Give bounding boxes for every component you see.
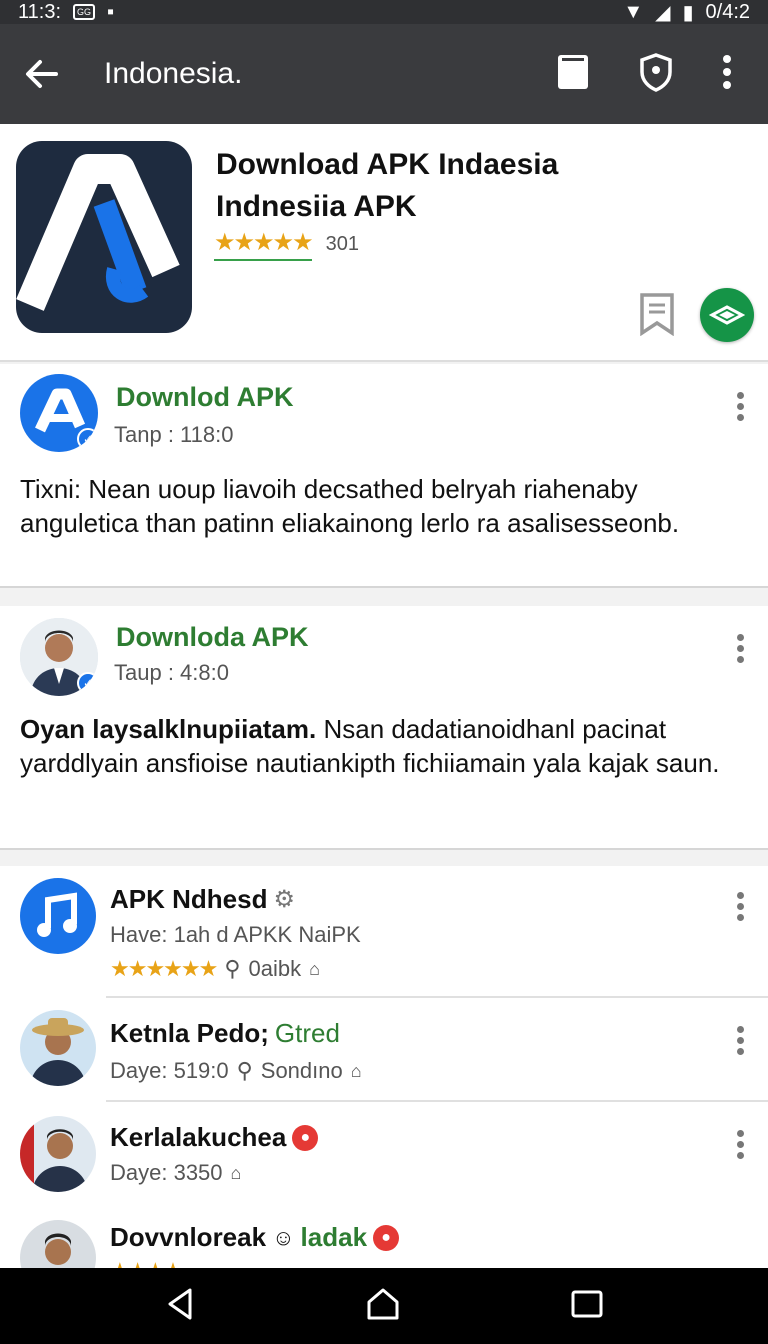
post-body: Oyan laysalklnupiiatam. Nsan dadatianoid… [20,712,740,780]
shield-button[interactable] [638,52,674,97]
post-meta: Tanp : 118:0 [114,422,234,447]
alert-badge-icon: ● [292,1124,319,1151]
triangle-back-icon [168,1288,192,1319]
bookmark-icon [640,293,674,337]
avatar[interactable]: ✓ [20,374,98,452]
post-meta: Taup : 4:8:0 [114,660,229,685]
home-icon: ⌂ [350,1060,362,1081]
home-icon [367,1288,399,1319]
layers-icon [709,305,745,325]
list-item-menu-button[interactable] [728,892,752,922]
avatar [20,1010,96,1086]
music-note-icon [37,892,77,937]
system-nav-bar [0,1268,768,1344]
status-time: 11:3: [18,0,61,23]
document-icon [558,54,588,89]
home-icon: ⌂ [309,958,320,979]
verified-badge-button[interactable] [700,288,754,342]
nav-back-button[interactable] [164,1286,196,1327]
list-item-date: Daye: 519:0 [110,1058,229,1083]
nav-home-button[interactable] [365,1286,401,1327]
list-item-menu-button[interactable] [728,1130,752,1160]
post-author[interactable]: Downlod APK [116,382,293,413]
list-item-title-green: Gtred [274,1018,340,1048]
person-photo-icon [30,1018,86,1086]
signal-icon: ◢ [655,1,671,24]
overflow-menu-button[interactable] [722,54,732,95]
wifi-icon: ▼ [623,0,644,23]
list-item-title: APK Ndhesd ⚙ [110,884,295,915]
square-recents-icon [571,1290,603,1317]
post-body: Tixni: Nean uoup liavoih decsathed belry… [20,474,680,538]
app-title-line2: Indnesiia APK [216,190,417,223]
status-bar: 11:3: GG ▪ ▼ ◢ ▮ 0/4:2 [0,0,768,24]
post-body-bold: Oyan laysalklnupiiatam. [20,714,317,744]
list-item[interactable]: Ketnla Pedo; Gtred Daye: 519:0 ⚲ Sondıno… [0,998,768,1102]
app-title: Download APK Indaesia Indnesiia APK [216,144,558,228]
clipboard-icon: ▪ [107,0,115,23]
rating-stars: ★★★★★★ [110,956,218,981]
rating-text: 0aibk [248,956,302,981]
list-item-title: Kerlalakuchea ● [110,1122,319,1153]
list-item[interactable]: APK Ndhesd ⚙ Have: 1ah d APKK NaiPK ★★★★… [0,866,768,998]
list-item-date: Daye: 3350 [110,1160,223,1185]
apk-logo-icon [16,154,180,311]
person-photo-icon [45,1233,71,1265]
alert-badge-icon: ● [373,1224,400,1251]
verified-check-icon: ✓ [77,672,98,694]
list-item-meta: Daye: 3350 ⌂ [110,1160,241,1186]
battery-icon: ▮ [682,1,694,24]
post-card: ✓ Downloda APK Taup : 4:8:0 Oyan laysalk… [0,606,768,850]
avatar [20,878,96,954]
arrow-left-icon [26,60,58,88]
list-item-rating: ★★★★ [110,1258,183,1268]
home-icon: ⌂ [230,1162,242,1183]
list-item-meta: Have: 1ah d APKK NaiPK [110,922,361,947]
person-photo-icon [20,1116,88,1192]
emoji-icon: ☺ [272,1224,295,1250]
link-icon: ⚲ [236,1058,253,1083]
list-item-title-text: APK Ndhesd [110,884,268,914]
nav-recents-button[interactable] [570,1289,604,1324]
avatar [20,1116,96,1192]
avatar [20,1220,96,1268]
post-menu-button[interactable] [728,392,752,422]
rating-count: 301 [325,233,359,255]
post-card: ✓ Downlod APK Tanp : 118:0 Tixni: Nean u… [0,364,768,588]
app-logo [16,141,192,333]
list-item-title-black: Ketnla Pedo; [110,1018,269,1048]
verified-check-icon: ✓ [77,428,98,450]
avatar[interactable]: ✓ [20,618,98,696]
list-item-title-text: Kerlalakuchea [110,1122,287,1152]
list-item-menu-button[interactable] [728,1026,752,1056]
list-item-title: Ketnla Pedo; Gtred [110,1018,340,1049]
list-item-title: Dovvnloreak ☺ ladak ● [110,1222,400,1253]
list-item-extra: Sondıno [260,1058,343,1083]
post-author[interactable]: Downloda APK [116,622,309,653]
app-header-card: Download APK Indaesia Indnesiia APK ★★★★… [0,124,768,362]
app-rating[interactable]: ★★★★★ 301 [214,228,359,261]
app-list: APK Ndhesd ⚙ Have: 1ah d APKK NaiPK ★★★★… [0,866,768,1268]
gear-icon: ⚙ [273,886,295,913]
app-bar: Indonesia. [0,24,768,124]
page-title: Indonesia. [104,57,243,90]
back-button[interactable] [0,56,84,92]
rating-stars: ★★★★ [110,1258,183,1268]
link-icon: ⚲ [224,956,241,981]
bookmark-button[interactable] [638,292,676,341]
document-button[interactable] [556,53,590,96]
app-title-line1: Download APK Indaesia [216,148,559,181]
list-item-title-black: Dovvnloreak [110,1222,267,1252]
list-item[interactable]: Dovvnloreak ☺ ladak ● ★★★★ [0,1206,768,1268]
list-item-meta: Daye: 519:0 ⚲ Sondıno ⌂ [110,1058,362,1084]
notification-icon: GG [73,4,95,20]
list-item-rating: ★★★★★★ ⚲ 0aibk ⌂ [110,956,320,982]
list-item-title-green: ladak [300,1222,368,1252]
status-right-text: 0/4:2 [705,0,750,23]
rating-stars: ★★★★★ [214,228,314,261]
post-menu-button[interactable] [728,634,752,664]
shield-icon [640,52,672,92]
more-vert-icon [723,54,731,89]
list-item[interactable]: Kerlalakuchea ● Daye: 3350 ⌂ [0,1102,768,1206]
